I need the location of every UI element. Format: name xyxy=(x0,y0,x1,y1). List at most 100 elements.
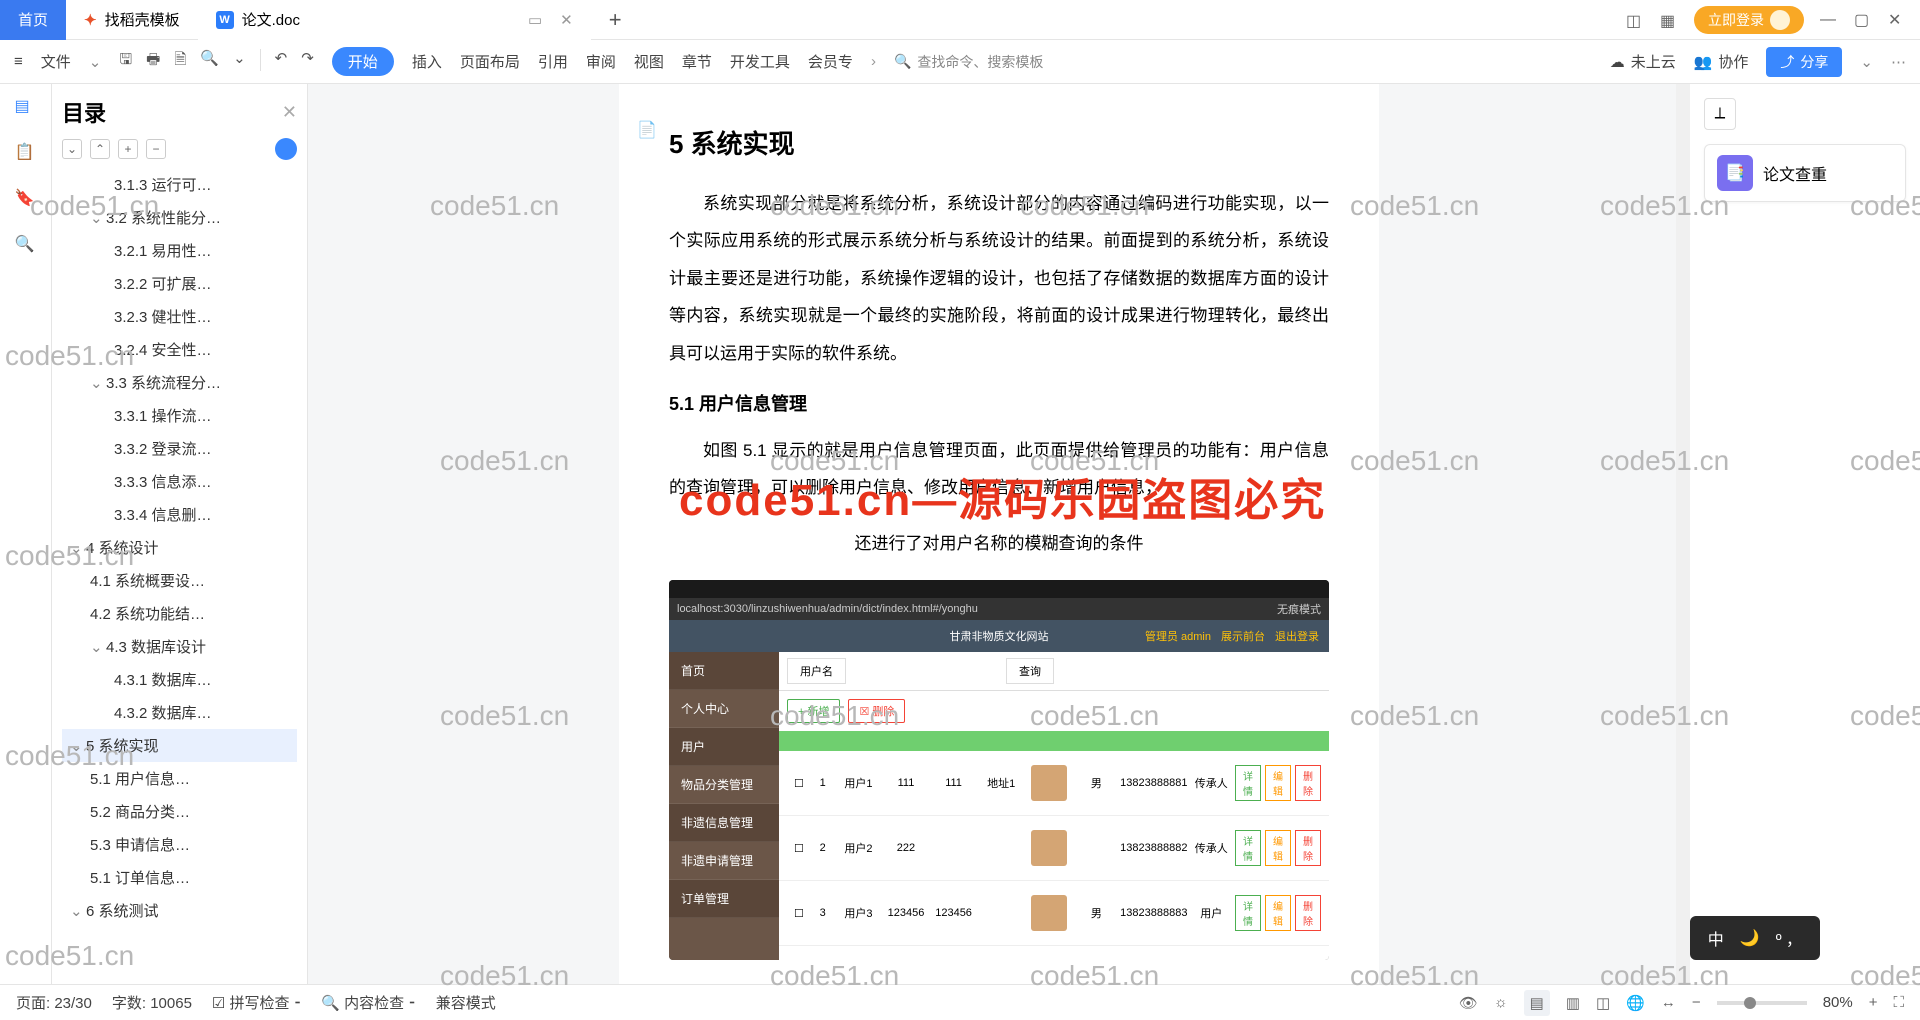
page-indicator[interactable]: 页面: 23/30 xyxy=(16,992,92,1013)
toc-item[interactable]: ⌄4.3 数据库设计 xyxy=(62,630,297,663)
toc-item[interactable]: 5.1 订单信息… xyxy=(62,861,297,894)
brightness-icon[interactable]: ☼ xyxy=(1494,994,1508,1011)
undo-icon[interactable]: ↶ xyxy=(275,49,288,74)
eye-icon[interactable]: 👁 xyxy=(1459,994,1478,1012)
chev-right-icon[interactable]: › xyxy=(871,53,876,70)
login-button[interactable]: 立即登录 xyxy=(1694,6,1804,34)
tab-add[interactable]: + xyxy=(591,7,640,33)
clipboard-icon[interactable]: 📋 xyxy=(15,142,37,164)
fullscreen-icon[interactable]: ⛶ xyxy=(1893,994,1904,1011)
compat-mode[interactable]: 兼容模式 xyxy=(436,992,496,1013)
document-area: 📄 5 系统实现 系统实现部分就是将系统分析，系统设计部分的内容通过编码进行功能… xyxy=(308,84,1690,984)
toc-item[interactable]: 4.2 系统功能结… xyxy=(62,597,297,630)
ribbon-dev[interactable]: 开发工具 xyxy=(730,51,790,72)
doc-icon: W xyxy=(216,11,234,29)
coop-button[interactable]: 👥协作 xyxy=(1694,51,1749,72)
toc-item[interactable]: 3.2.1 易用性… xyxy=(62,234,297,267)
layout2-icon[interactable]: ◫ xyxy=(1596,994,1610,1012)
toc-item[interactable]: 5.1 用户信息… xyxy=(62,762,297,795)
plagiarism-check-button[interactable]: 📑 论文查重 xyxy=(1704,144,1906,202)
moon-icon: 🌙 xyxy=(1740,928,1760,948)
mock-title: 甘肃非物质文化网站 xyxy=(950,628,1049,644)
ime-indicator[interactable]: 中 🌙 º ， xyxy=(1690,916,1820,960)
bookmark-icon[interactable]: 🔖 xyxy=(15,188,37,210)
zoom-in-icon[interactable]: + xyxy=(1869,994,1878,1011)
preview-icon[interactable]: 🗎 xyxy=(174,49,186,74)
toc-item[interactable]: ⌄4 系统设计 xyxy=(62,531,297,564)
toc-minus-icon[interactable]: − xyxy=(146,139,166,159)
zoom-slider[interactable] xyxy=(1717,1001,1807,1005)
word-count[interactable]: 字数: 10065 xyxy=(112,992,192,1013)
ribbon-chapter[interactable]: 章节 xyxy=(682,51,712,72)
scrollbar-vertical[interactable] xyxy=(1676,84,1690,984)
ribbon-view[interactable]: 视图 xyxy=(634,51,664,72)
outline-icon[interactable]: ▤ xyxy=(15,96,37,118)
ribbon-refs[interactable]: 引用 xyxy=(538,51,568,72)
search-rail-icon[interactable]: 🔍 xyxy=(15,234,37,256)
chev-down-icon[interactable]: ⌄ xyxy=(89,53,102,71)
close-icon[interactable]: ✕ xyxy=(560,11,573,29)
ribbon: ≡ 文件 ⌄ 🖫 🖶 🗎 🔍 ⌄ ↶ ↷ 开始 插入 页面布局 引用 审阅 视图… xyxy=(0,40,1920,84)
toc-expand-icon[interactable]: ⌃ xyxy=(90,139,110,159)
tab-template[interactable]: ✦ 找稻壳模板 xyxy=(66,0,198,40)
web-icon[interactable]: 🌐 xyxy=(1626,994,1645,1012)
layout1-icon[interactable]: ▥ xyxy=(1566,994,1580,1012)
layout-icon[interactable]: ◫ xyxy=(1626,11,1644,29)
toc-item[interactable]: 5.3 申请信息… xyxy=(62,828,297,861)
chev-down-icon[interactable]: ⌄ xyxy=(233,49,246,74)
toc-sync-icon[interactable] xyxy=(275,138,297,160)
toc-item[interactable]: ⌄5 系统实现 xyxy=(62,729,297,762)
toc-item[interactable]: 4.3.1 数据库… xyxy=(62,663,297,696)
toc-list: 3.1.3 运行可…⌄3.2 系统性能分…3.2.1 易用性…3.2.2 可扩展… xyxy=(62,168,297,927)
print-icon[interactable]: 🖶 xyxy=(146,49,160,74)
window-close-icon[interactable]: ✕ xyxy=(1888,10,1906,30)
toc-collapse-icon[interactable]: ⌄ xyxy=(62,139,82,159)
ribbon-review[interactable]: 审阅 xyxy=(586,51,616,72)
file-menu[interactable]: 文件 xyxy=(41,51,71,72)
toc-plus-icon[interactable]: + xyxy=(118,139,138,159)
tab-screen-icon[interactable]: ▭ xyxy=(528,11,542,29)
tab-home[interactable]: 首页 xyxy=(0,0,66,40)
rp-collapse-icon[interactable]: ⟂ xyxy=(1704,98,1736,130)
redo-icon[interactable]: ↷ xyxy=(301,49,314,74)
toc-item[interactable]: ⌄3.3 系统流程分… xyxy=(62,366,297,399)
toc-item[interactable]: 3.3.4 信息删… xyxy=(62,498,297,531)
toc-item[interactable]: 3.2.4 安全性… xyxy=(62,333,297,366)
tab-doc[interactable]: W 论文.doc ▭ ✕ xyxy=(198,0,591,40)
toc-item[interactable]: 3.3.2 登录流… xyxy=(62,432,297,465)
content-check[interactable]: 🔍 内容检查 ⁃ xyxy=(321,992,416,1013)
zoom-label[interactable]: 80% xyxy=(1823,994,1853,1011)
menu-icon[interactable]: ≡ xyxy=(14,53,23,70)
toc-item[interactable]: 3.1.3 运行可… xyxy=(62,168,297,201)
grid-icon[interactable]: ▦ xyxy=(1660,11,1678,29)
toc-item[interactable]: 3.2.3 健壮性… xyxy=(62,300,297,333)
toc-item[interactable]: 4.1 系统概要设… xyxy=(62,564,297,597)
share-button[interactable]: ⤴分享 xyxy=(1766,47,1842,77)
share-icon: ⤴ xyxy=(1780,52,1794,72)
search-placeholder[interactable]: 查找命令、搜索模板 xyxy=(917,52,1043,72)
toc-item[interactable]: ⌄6 系统测试 xyxy=(62,894,297,927)
ribbon-member[interactable]: 会员专 xyxy=(808,51,853,72)
toc-item[interactable]: 3.3.1 操作流… xyxy=(62,399,297,432)
ribbon-insert[interactable]: 插入 xyxy=(412,51,442,72)
cloud-status[interactable]: ☁未上云 xyxy=(1610,51,1676,72)
reader-icon[interactable]: ▤ xyxy=(1524,990,1550,1016)
save-icon[interactable]: 🖫 xyxy=(119,49,132,74)
toc-close-icon[interactable]: ✕ xyxy=(282,102,297,123)
toc-item[interactable]: ⌄3.2 系统性能分… xyxy=(62,201,297,234)
toc-item[interactable]: 3.2.2 可扩展… xyxy=(62,267,297,300)
minimize-icon[interactable]: — xyxy=(1820,11,1838,29)
zoom-out-icon[interactable]: − xyxy=(1692,994,1701,1011)
toc-item[interactable]: 3.3.3 信息添… xyxy=(62,465,297,498)
more-icon[interactable]: ⋯ xyxy=(1891,53,1906,71)
toc-item[interactable]: 4.3.2 数据库… xyxy=(62,696,297,729)
fit-icon[interactable]: ↔ xyxy=(1661,994,1676,1011)
maximize-icon[interactable]: ▢ xyxy=(1854,10,1872,30)
toc-item[interactable]: 5.2 商品分类… xyxy=(62,795,297,828)
search-icon[interactable]: 🔍 xyxy=(200,49,219,74)
caret-icon[interactable]: ⌄ xyxy=(1860,53,1873,71)
titlebar: 首页 ✦ 找稻壳模板 W 论文.doc ▭ ✕ + ◫ ▦ 立即登录 — ▢ ✕ xyxy=(0,0,1920,40)
ribbon-layout[interactable]: 页面布局 xyxy=(460,51,520,72)
spellcheck-toggle[interactable]: ☑ 拼写检查 ⁃ xyxy=(212,992,301,1013)
ribbon-start[interactable]: 开始 xyxy=(332,47,394,76)
